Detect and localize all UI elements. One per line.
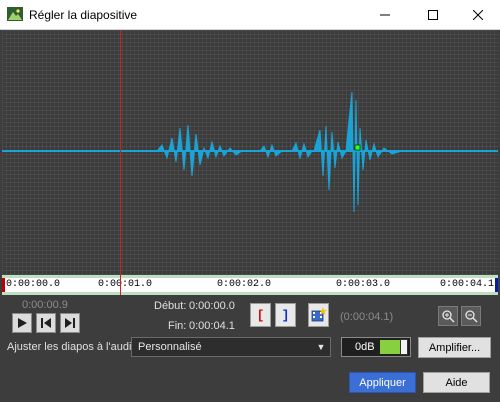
- minimize-button[interactable]: [362, 0, 408, 30]
- maximize-icon: [428, 10, 438, 20]
- gain-control[interactable]: 0dB: [341, 337, 411, 357]
- adjust-slides-label: Ajuster les diapos à l'audio:: [7, 341, 141, 353]
- gain-slider-handle[interactable]: [400, 339, 408, 355]
- play-icon: [18, 318, 27, 328]
- end-value: 0:00:04.1: [189, 320, 235, 332]
- title-bar: Régler la diapositive: [0, 0, 500, 30]
- waveform-display[interactable]: [2, 30, 498, 275]
- timeline-ruler[interactable]: 0:00:00.0 0:00:01.0 0:00:02.0 0:00:03.0 …: [2, 275, 498, 295]
- bracket-end-icon: ]: [281, 307, 290, 323]
- app-icon: [7, 7, 23, 21]
- adjust-mode-value: Personnalisé: [138, 341, 202, 353]
- close-icon: [473, 10, 483, 20]
- close-button[interactable]: [455, 0, 500, 30]
- film-star-icon: [311, 307, 327, 322]
- timeline-tick: 0:00:02.0: [217, 279, 272, 290]
- set-start-button[interactable]: [: [250, 303, 271, 327]
- current-time: 0:00:00.9: [22, 299, 68, 311]
- set-end-button[interactable]: ]: [275, 303, 296, 327]
- help-button[interactable]: Aide: [423, 372, 490, 393]
- skip-end-icon: [65, 318, 75, 328]
- window-title: Régler la diapositive: [29, 8, 138, 22]
- apply-button[interactable]: Appliquer: [349, 372, 416, 393]
- gain-level-bar: [380, 340, 402, 354]
- gain-value: 0dB: [355, 341, 375, 353]
- timeline-tick: 0:00:00.0: [6, 279, 61, 290]
- play-button[interactable]: [12, 313, 32, 333]
- start-marker[interactable]: [2, 278, 5, 292]
- minimize-icon: [380, 14, 390, 16]
- amplify-button[interactable]: Amplifier...: [418, 337, 491, 358]
- timeline-tick: 0:00:01.0: [98, 279, 153, 290]
- go-to-start-button[interactable]: [36, 313, 56, 333]
- zoom-out-button[interactable]: [461, 306, 481, 326]
- start-value: 0:00:00.0: [189, 300, 235, 312]
- bracket-start-icon: [: [256, 307, 265, 323]
- playhead-cursor[interactable]: [120, 30, 121, 295]
- adjust-mode-dropdown[interactable]: Personnalisé ▼: [131, 337, 331, 357]
- zoom-in-icon: [441, 309, 455, 323]
- zoom-in-button[interactable]: [438, 306, 458, 326]
- timeline-tick: 0:00:03.0: [336, 279, 391, 290]
- maximize-button[interactable]: [410, 0, 456, 30]
- timeline-tick: 0:00:04.1: [440, 279, 495, 290]
- end-marker[interactable]: [495, 278, 498, 292]
- duration-readout: (0:00:04.1): [340, 311, 394, 323]
- slide-fit-button[interactable]: [308, 303, 329, 327]
- zoom-out-icon: [464, 309, 478, 323]
- chevron-down-icon: ▼: [316, 342, 326, 352]
- skip-start-icon: [41, 318, 51, 328]
- audio-waveform: [2, 91, 498, 213]
- end-label: Fin:: [168, 320, 187, 332]
- go-to-end-button[interactable]: [60, 313, 80, 333]
- start-label: Début:: [154, 300, 187, 312]
